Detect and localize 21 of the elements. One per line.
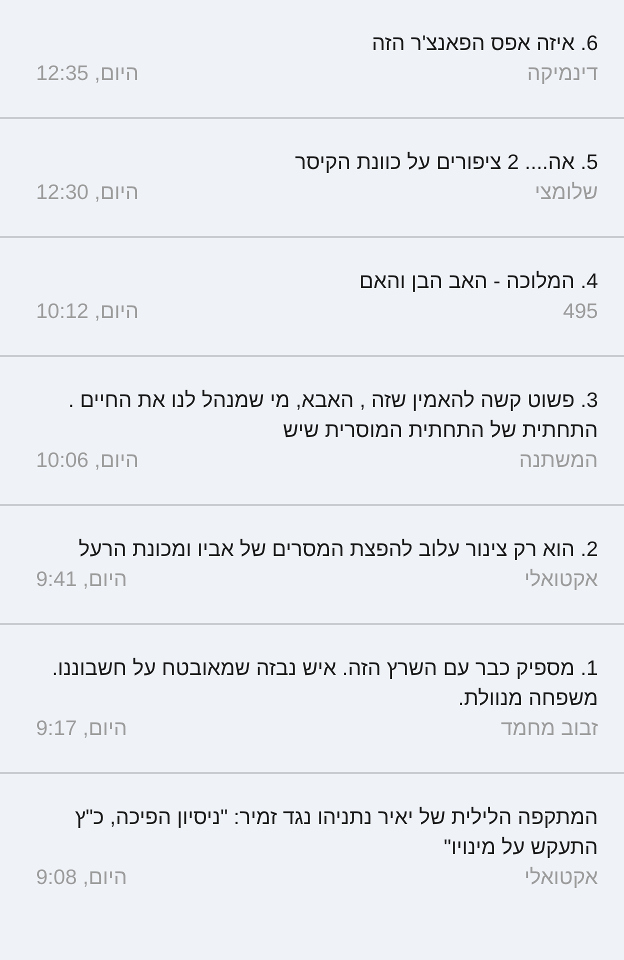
- source-name: שלומצי: [534, 180, 598, 206]
- publish-time: היום, 10:12: [36, 299, 139, 325]
- publish-time: היום, 9:41: [36, 567, 128, 593]
- article-title[interactable]: 2. הוא רק צינור עלוב להפצת המסרים של אביו ומכונת הרעל: [36, 535, 598, 565]
- article-title[interactable]: 5. אה.... 2 ציפורים על כוונת הקיסר: [36, 148, 598, 178]
- publish-time: היום, 9:08: [36, 865, 128, 891]
- article-title[interactable]: 3. פשוט קשה להאמין שזה , האבא, מי שמנהל לנו את החיים . התחתית של התחתית המוסרית שיש: [36, 386, 598, 446]
- article-title[interactable]: 6. איזה אפס הפאנצ'ר הזה: [36, 29, 598, 59]
- publish-time: היום, 9:17: [36, 716, 128, 742]
- source-name: 495: [562, 299, 598, 325]
- source-name: אקטואלי: [524, 567, 598, 593]
- source-name: דינמיקה: [527, 61, 598, 87]
- article-title[interactable]: 1. מספיק כבר עם השרץ הזה. איש נבזה שמאובטח על חשבוננו. משפחה מנוולת.: [36, 654, 598, 714]
- source-name: אקטואלי: [524, 865, 598, 891]
- source-name: זבוב מחמד: [500, 716, 598, 742]
- publish-time: היום, 12:35: [36, 61, 139, 87]
- article-title[interactable]: 4. המלוכה - האב הבן והאם: [36, 267, 598, 297]
- publish-time: היום, 12:30: [36, 180, 139, 206]
- source-name: המשתנה: [519, 448, 598, 474]
- publish-time: היום, 10:06: [36, 448, 139, 474]
- article-title[interactable]: המתקפה הלילית של יאיר נתניהו נגד זמיר: "ניסיון הפיכה, כ"ץ התעקש על מינויו": [36, 803, 598, 863]
